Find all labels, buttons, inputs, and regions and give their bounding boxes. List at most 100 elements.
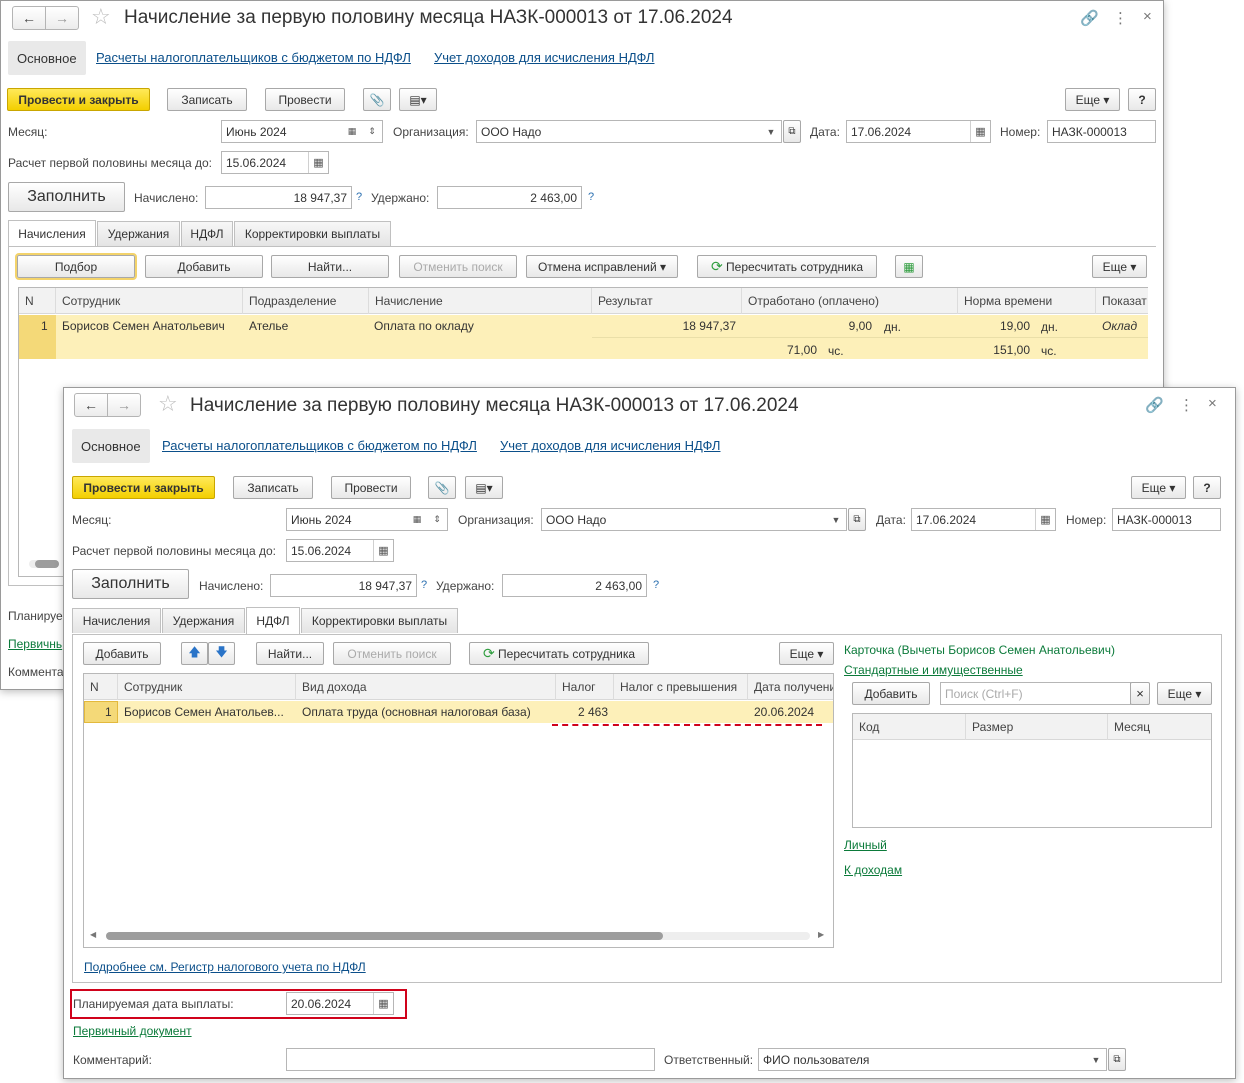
card-search-input[interactable]: Поиск (Ctrl+F) bbox=[940, 682, 1131, 705]
org-field[interactable]: ООО Надо ▼ bbox=[541, 508, 847, 531]
col-employee[interactable]: Сотрудник bbox=[56, 288, 243, 314]
grid-more-button[interactable]: Еще ▾ bbox=[779, 642, 834, 665]
tab-deductions[interactable]: Удержания bbox=[97, 221, 180, 246]
help-question-icon[interactable]: ? bbox=[653, 579, 659, 591]
responsible-field[interactable]: ФИО пользователя ▼ bbox=[758, 1048, 1107, 1071]
col-income-type[interactable]: Вид дохода bbox=[296, 674, 556, 700]
favorite-star-icon[interactable]: ☆ bbox=[158, 391, 178, 417]
calendar-icon[interactable]: ▦ bbox=[342, 121, 362, 142]
col-department[interactable]: Подразделение bbox=[243, 288, 369, 314]
nav-main[interactable]: Основное bbox=[72, 429, 150, 463]
horizontal-scrollbar[interactable] bbox=[106, 932, 810, 940]
paperclip-icon[interactable]: 📎 bbox=[428, 476, 456, 499]
nav-link-income-accounting[interactable]: Учет доходов для исчисления НДФЛ bbox=[500, 438, 720, 453]
calendar-icon[interactable]: ▦ bbox=[373, 540, 393, 561]
month-field[interactable]: Июнь 2024 ▦ ⇕ bbox=[221, 120, 383, 143]
tab-deductions[interactable]: Удержания bbox=[162, 608, 245, 633]
col-worked[interactable]: Отработано (оплачено) bbox=[742, 288, 958, 314]
help-button[interactable]: ? bbox=[1128, 88, 1156, 111]
income-link[interactable]: К доходам bbox=[844, 863, 902, 877]
col-result[interactable]: Результат bbox=[592, 288, 742, 314]
back-arrow-icon[interactable]: ← bbox=[74, 393, 108, 417]
col-employee[interactable]: Сотрудник bbox=[118, 674, 296, 700]
calendar-icon[interactable]: ▦ bbox=[407, 509, 427, 530]
month-field[interactable]: Июнь 2024 ▦ ⇕ bbox=[286, 508, 448, 531]
help-button[interactable]: ? bbox=[1193, 476, 1221, 499]
post-button[interactable]: Провести bbox=[265, 88, 345, 111]
forward-arrow-icon[interactable]: → bbox=[45, 6, 79, 30]
nav-link-tax-settlements[interactable]: Расчеты налогоплательщиков с бюджетом по… bbox=[162, 438, 477, 453]
primary-doc-link-partial[interactable]: Первичнь bbox=[8, 637, 62, 651]
tab-corrections[interactable]: Корректировки выплаты bbox=[234, 221, 391, 246]
tab-ndfl[interactable]: НДФЛ bbox=[181, 221, 233, 246]
scroll-left-icon[interactable]: ◀ bbox=[90, 930, 96, 939]
calendar-icon[interactable]: ▦ bbox=[308, 152, 328, 173]
grid-more-button[interactable]: Еще ▾ bbox=[1092, 255, 1147, 278]
col-tax-excess[interactable]: Налог с превышения bbox=[614, 674, 748, 700]
table-settings-icon[interactable]: ▦ bbox=[895, 255, 923, 278]
table-row[interactable]: 1 Борисов Семен Анатольев... Оплата труд… bbox=[84, 701, 833, 723]
close-icon[interactable]: × bbox=[1143, 8, 1152, 25]
spin-icon[interactable]: ⇕ bbox=[362, 121, 382, 142]
move-down-icon[interactable]: 🡇 bbox=[208, 642, 235, 665]
more-button[interactable]: Еще ▾ bbox=[1065, 88, 1120, 111]
scroll-right-icon[interactable]: ▶ bbox=[818, 930, 824, 939]
move-up-icon[interactable]: 🡅 bbox=[181, 642, 208, 665]
tab-accruals[interactable]: Начисления bbox=[8, 220, 96, 247]
tab-ndfl[interactable]: НДФЛ bbox=[246, 607, 300, 634]
pick-button[interactable]: Подбор bbox=[15, 253, 137, 280]
open-icon[interactable]: ⧉ bbox=[1108, 1048, 1126, 1071]
personal-link[interactable]: Личный bbox=[844, 838, 887, 852]
find-button[interactable]: Найти... bbox=[271, 255, 389, 278]
card-add-button[interactable]: Добавить bbox=[852, 682, 930, 705]
help-question-icon[interactable]: ? bbox=[356, 191, 362, 203]
scroll-thumb[interactable] bbox=[106, 932, 663, 940]
planned-date-field[interactable]: 20.06.2024 ▦ bbox=[286, 992, 394, 1015]
link-icon[interactable]: 🔗 bbox=[1080, 9, 1099, 27]
fill-button[interactable]: Заполнить bbox=[8, 182, 125, 212]
scroll-thumb[interactable] bbox=[35, 560, 59, 568]
col-size[interactable]: Размер bbox=[966, 714, 1108, 740]
standard-deductions-link[interactable]: Стандартные и имущественные bbox=[844, 663, 1023, 677]
help-question-icon[interactable]: ? bbox=[421, 579, 427, 591]
forward-arrow-icon[interactable]: → bbox=[107, 393, 141, 417]
org-field[interactable]: ООО Надо ▼ bbox=[476, 120, 782, 143]
back-arrow-icon[interactable]: ← bbox=[12, 6, 46, 30]
more-vertical-icon[interactable]: ⋮ bbox=[1113, 9, 1128, 27]
horizontal-scrollbar[interactable] bbox=[29, 560, 59, 568]
col-n[interactable]: N bbox=[84, 674, 118, 700]
tab-accruals[interactable]: Начисления bbox=[72, 608, 161, 633]
print-menu-icon[interactable]: ▤▾ bbox=[465, 476, 503, 499]
close-icon[interactable]: × bbox=[1208, 395, 1217, 412]
register-link[interactable]: Подробнее см. Регистр налогового учета п… bbox=[84, 960, 366, 974]
nav-link-income-accounting[interactable]: Учет доходов для исчисления НДФЛ bbox=[434, 50, 654, 65]
print-menu-icon[interactable]: ▤▾ bbox=[399, 88, 437, 111]
open-icon[interactable]: ⧉ bbox=[848, 508, 866, 531]
date-field[interactable]: 17.06.2024 ▦ bbox=[846, 120, 991, 143]
spin-icon[interactable]: ⇕ bbox=[427, 509, 447, 530]
number-field[interactable]: НАЗК-000013 bbox=[1047, 120, 1156, 143]
col-code[interactable]: Код bbox=[853, 714, 966, 740]
chevron-down-icon[interactable]: ▼ bbox=[761, 121, 781, 142]
more-vertical-icon[interactable]: ⋮ bbox=[1179, 396, 1194, 414]
nav-link-tax-settlements[interactable]: Расчеты налогоплательщиков с бюджетом по… bbox=[96, 50, 411, 65]
col-indicator[interactable]: Показат bbox=[1096, 288, 1148, 314]
post-and-close-button[interactable]: Провести и закрыть bbox=[7, 88, 150, 111]
col-month[interactable]: Месяц bbox=[1108, 714, 1211, 740]
paperclip-icon[interactable]: 📎 bbox=[363, 88, 391, 111]
chevron-down-icon[interactable]: ▼ bbox=[826, 509, 846, 530]
chevron-down-icon[interactable]: ▼ bbox=[1086, 1049, 1106, 1070]
save-button[interactable]: Записать bbox=[233, 476, 313, 499]
col-receipt-date[interactable]: Дата получени bbox=[748, 674, 833, 700]
calc-date-field[interactable]: 15.06.2024 ▦ bbox=[286, 539, 394, 562]
number-field[interactable]: НАЗК-000013 bbox=[1112, 508, 1221, 531]
calendar-icon[interactable]: ▦ bbox=[1035, 509, 1055, 530]
save-button[interactable]: Записать bbox=[167, 88, 247, 111]
add-button[interactable]: Добавить bbox=[83, 642, 161, 665]
calendar-icon[interactable]: ▦ bbox=[970, 121, 990, 142]
more-button[interactable]: Еще ▾ bbox=[1131, 476, 1186, 499]
col-norm[interactable]: Норма времени bbox=[958, 288, 1096, 314]
nav-main[interactable]: Основное bbox=[8, 41, 86, 75]
tab-corrections[interactable]: Корректировки выплаты bbox=[301, 608, 458, 633]
recalc-button[interactable]: ⟳ Пересчитать сотрудника bbox=[469, 642, 649, 665]
